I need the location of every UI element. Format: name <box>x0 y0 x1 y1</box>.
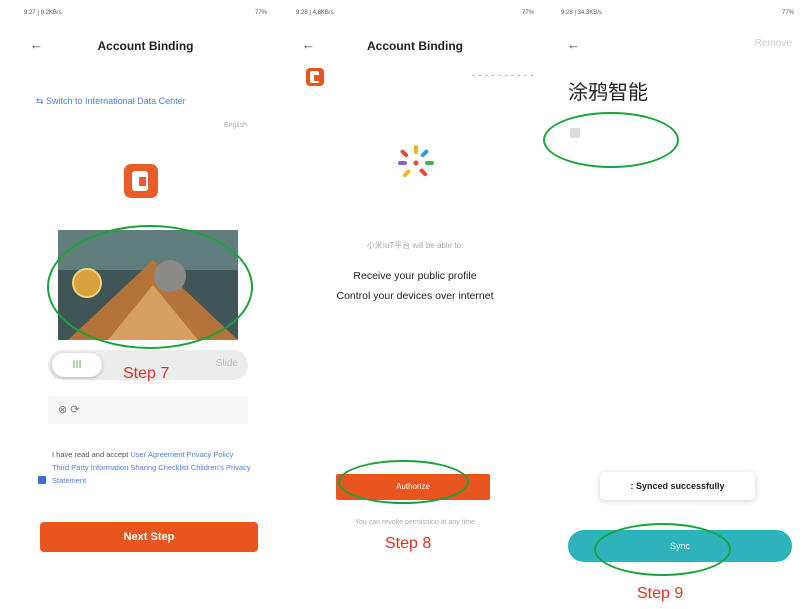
agreement-prefix: I have read and accept <box>52 450 131 459</box>
sync-toast: : Synced successfully <box>600 472 755 500</box>
tuya-sync-screen: 9:28 | 34.3KB/s 77% ← Remove 涂鸦智能 : Sync… <box>555 0 800 609</box>
status-time: 9:28 | 4.8KB/s <box>296 10 334 16</box>
brand-title: 涂鸦智能 <box>568 80 648 104</box>
account-binding-authorize-screen: 9:28 | 4.8KB/s 77% ← Account Binding - -… <box>290 0 540 609</box>
remove-button[interactable]: Remove <box>755 38 792 49</box>
page-title: Account Binding <box>97 39 194 53</box>
step8-highlight-ring <box>338 460 469 504</box>
battery-level: 77% <box>254 10 267 16</box>
permission-devices: Control your devices over internet <box>336 290 494 302</box>
verification-field[interactable]: ⊗ ⟳ <box>48 396 248 424</box>
slider-handle[interactable]: III <box>52 353 102 377</box>
back-arrow-icon[interactable]: ← <box>567 37 580 52</box>
account-highlight-ring <box>543 112 679 168</box>
agreement-text: I have read and accept User Agreement Pr… <box>52 448 252 487</box>
tuya-logo-icon <box>306 68 324 86</box>
page-title: Account Binding <box>367 39 463 53</box>
switch-data-center-link[interactable]: ⇆ Switch to International Data Center <box>36 96 186 107</box>
agreement-checkbox[interactable] <box>38 476 46 484</box>
revoke-note: You can revoke permission at any time <box>355 519 475 526</box>
status-time: 9:27 | 9.2KB/s <box>24 10 62 16</box>
status-bar: 9:28 | 4.8KB/s 77% <box>296 10 534 22</box>
step7-highlight-ring <box>47 225 253 349</box>
header: ← Account Binding <box>18 36 273 56</box>
step9-highlight-ring <box>594 523 731 576</box>
grant-description: 小米IoT平台 will be able to: <box>366 241 464 250</box>
battery-level: 77% <box>521 10 534 16</box>
next-step-button[interactable]: Next Step <box>40 522 258 552</box>
step7-label: Step 7 <box>123 365 170 382</box>
battery-level: 77% <box>781 10 794 16</box>
tuya-logo-icon <box>124 164 158 198</box>
status-time: 9:28 | 34.3KB/s <box>561 10 602 16</box>
header: ← Account Binding <box>290 36 540 56</box>
step8-label: Step 8 <box>385 535 432 552</box>
permission-profile: Receive your public profile <box>353 270 477 282</box>
status-bar: 9:27 | 9.2KB/s 77% <box>24 10 267 22</box>
step9-label: Step 9 <box>637 585 684 602</box>
mi-iot-logo-icon <box>398 145 434 178</box>
status-bar: 9:28 | 34.3KB/s 77% <box>561 10 794 22</box>
slider-hint: Slide <box>215 358 238 369</box>
language-selector[interactable]: English <box>224 122 247 129</box>
clear-refresh-icon[interactable]: ⊗ ⟳ <box>58 403 80 416</box>
account-name: - - - - - - - - - - <box>472 70 534 80</box>
